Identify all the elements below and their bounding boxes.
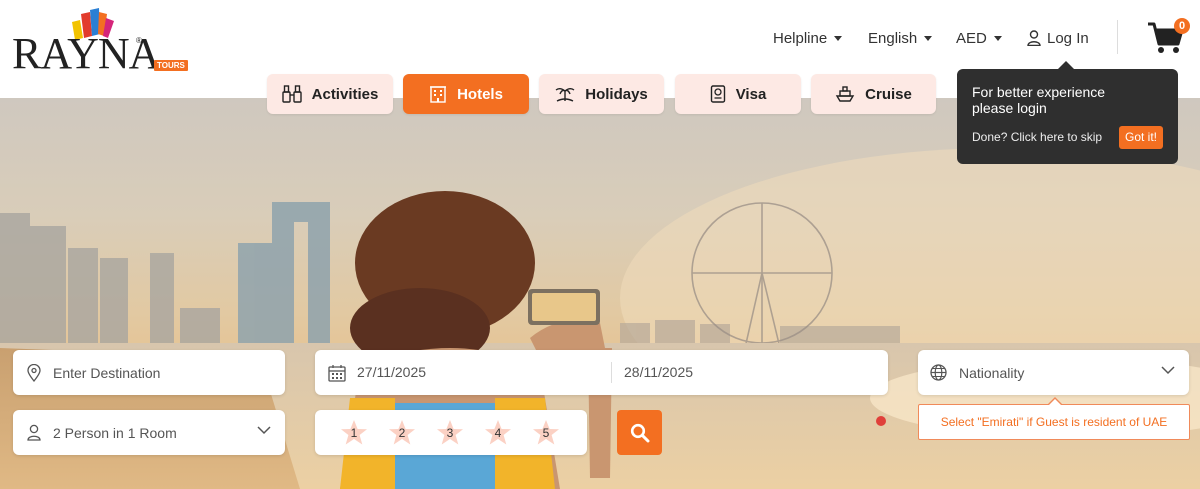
passport-icon <box>710 85 725 103</box>
search-icon <box>630 423 649 442</box>
star-rating-4[interactable]: 4 <box>484 419 512 446</box>
calendar-icon <box>328 364 346 382</box>
binoculars-icon <box>281 85 302 103</box>
ship-icon <box>835 86 855 102</box>
tooltip-message: For better experience please login <box>972 84 1106 116</box>
chevron-down-icon <box>993 35 1002 41</box>
destination-input[interactable]: Enter Destination <box>13 350 285 395</box>
user-icon <box>1027 30 1041 46</box>
login-label: Log In <box>1047 29 1089 47</box>
header-divider <box>1117 20 1118 54</box>
currency-label: AED <box>956 29 987 47</box>
logo-registered-mark: ® <box>136 36 142 45</box>
star-label: 1 <box>350 426 358 440</box>
star-rating-5[interactable]: 5 <box>532 419 560 446</box>
date-separator <box>611 362 612 383</box>
star-label: 3 <box>446 426 454 440</box>
hotel-icon <box>430 86 447 103</box>
got-it-button[interactable]: Got it! <box>1119 126 1163 149</box>
nationality-hint: Select "Emirati" if Guest is resident of… <box>918 397 1190 440</box>
star-label: 4 <box>494 426 502 440</box>
rayna-logo[interactable]: RAYNA ® TOURS <box>12 8 188 78</box>
star-rating-3[interactable]: 3 <box>436 419 464 446</box>
login-tooltip: For better experience please login Done?… <box>957 61 1178 164</box>
star-label: 2 <box>398 426 406 440</box>
island-icon <box>555 88 575 102</box>
tab-hotels[interactable]: Hotels <box>403 74 529 114</box>
star-rating-filter: 1 2 3 4 5 <box>315 410 587 455</box>
globe-icon <box>930 364 947 381</box>
star-rating-1[interactable]: 1 <box>340 419 368 446</box>
chevron-down-icon <box>834 35 843 41</box>
tab-holidays[interactable]: Holidays <box>539 74 664 114</box>
tooltip-skip-link[interactable]: Done? Click here to skip <box>972 130 1102 144</box>
location-pin-icon <box>27 363 41 382</box>
language-dropdown[interactable]: English <box>868 28 933 48</box>
guests-rooms-select[interactable]: 2 Person in 1 Room <box>13 410 285 455</box>
logo-tours-badge: TOURS <box>154 60 188 71</box>
tab-activities[interactable]: Activities <box>267 74 393 114</box>
tab-cruise[interactable]: Cruise <box>811 74 936 114</box>
user-icon <box>27 424 41 441</box>
checkout-date[interactable]: 28/11/2025 <box>624 364 693 380</box>
tab-label: Visa <box>735 85 767 103</box>
tab-label: Hotels <box>457 85 503 103</box>
search-button[interactable] <box>617 410 662 455</box>
star-rating-2[interactable]: 2 <box>388 419 416 446</box>
nationality-select[interactable]: Nationality <box>918 350 1189 395</box>
login-link[interactable]: Log In <box>1027 28 1089 48</box>
tab-label: Holidays <box>585 85 648 103</box>
date-range-picker[interactable]: 27/11/2025 28/11/2025 <box>315 350 888 395</box>
currency-dropdown[interactable]: AED <box>956 28 1002 48</box>
cart-count-badge: 0 <box>1174 18 1190 34</box>
chevron-down-icon <box>257 426 271 435</box>
language-label: English <box>868 29 918 47</box>
tab-label: Cruise <box>865 85 912 103</box>
tab-visa[interactable]: Visa <box>675 74 801 114</box>
tab-label: Activities <box>311 85 379 103</box>
chevron-down-icon <box>1161 366 1175 375</box>
guests-value: 2 Person in 1 Room <box>53 424 177 441</box>
checkin-date[interactable]: 27/11/2025 <box>357 364 426 380</box>
destination-placeholder: Enter Destination <box>53 364 161 381</box>
chevron-down-icon <box>924 35 933 41</box>
star-label: 5 <box>542 426 550 440</box>
helpline-dropdown[interactable]: Helpline <box>773 28 843 48</box>
nationality-placeholder: Nationality <box>959 364 1025 381</box>
helpline-label: Helpline <box>773 29 828 47</box>
